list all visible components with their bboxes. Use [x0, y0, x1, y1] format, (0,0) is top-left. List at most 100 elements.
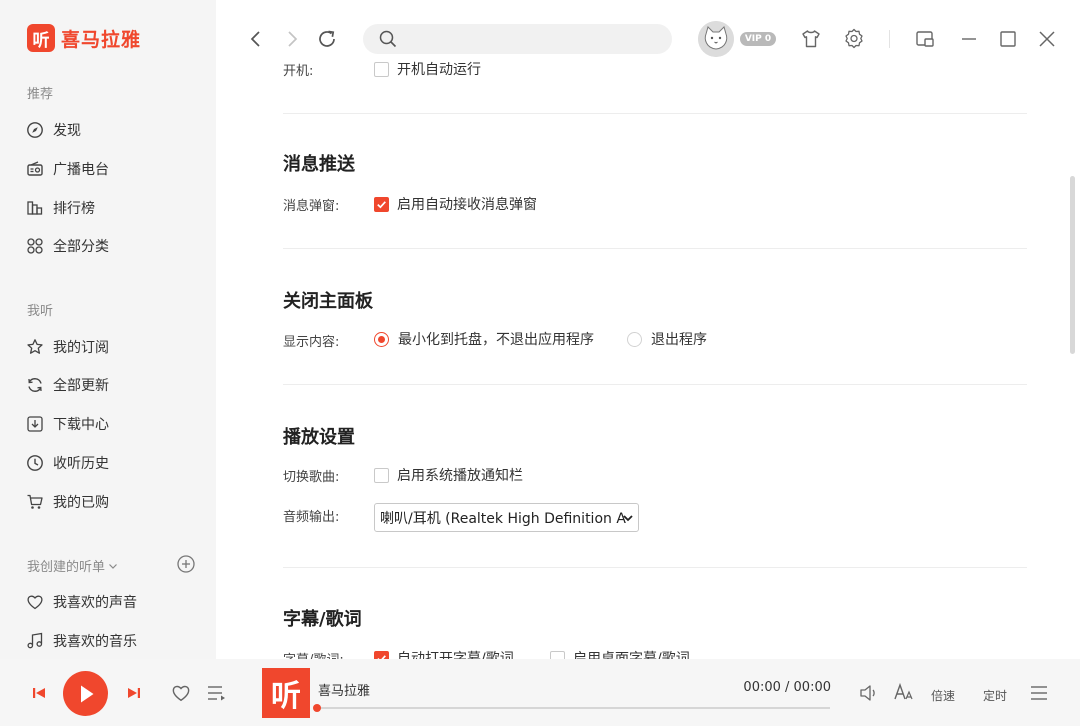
startup-option[interactable]: 开机自动运行 [374, 60, 481, 79]
lyrics-option-auto[interactable]: 自动打开字幕/歌词 [374, 648, 514, 659]
player-bar: 倍速 定时 [0, 659, 1080, 726]
chevron-down-icon [623, 515, 633, 522]
download-icon [26, 415, 44, 433]
logo-text: 喜马拉雅 [61, 28, 142, 51]
refresh-button[interactable] [316, 28, 338, 50]
section-title-label: 我创建的听单 [27, 560, 106, 575]
sidebar: 听 喜马拉雅 推荐 发现 广播电台 排行榜 全部分类 我听 我的订阅 全部更新 … [0, 0, 216, 659]
desktop-lyrics-checkbox[interactable] [550, 650, 565, 659]
push-label: 消息弹窗: [283, 199, 340, 214]
close-icon [1039, 31, 1055, 47]
next-button[interactable] [125, 684, 143, 702]
lyrics-toggle-button[interactable] [893, 682, 915, 702]
audio-output-value: 喇叭/耳机 (Realtek High Definition A [380, 510, 626, 527]
back-button[interactable] [246, 29, 266, 49]
progress-handle[interactable] [313, 704, 321, 712]
sidebar-item-radio[interactable]: 广播电台 [26, 157, 109, 181]
section-title-recommend: 推荐 [27, 87, 54, 102]
forward-button[interactable] [282, 29, 302, 49]
mini-mode-button[interactable] [914, 28, 936, 50]
font-size-icon [894, 682, 913, 700]
minimize-button[interactable] [958, 28, 980, 50]
grid-icon [26, 237, 44, 255]
like-button[interactable] [171, 683, 191, 703]
push-heading: 消息推送 [283, 154, 355, 175]
lyrics-option-desktop[interactable]: 启用桌面字幕/歌词 [550, 648, 690, 659]
exit-radio[interactable] [627, 331, 642, 347]
avatar[interactable] [698, 21, 734, 57]
previous-button[interactable] [30, 684, 48, 702]
playback-heading: 播放设置 [283, 427, 355, 448]
sidebar-item-liked-sounds[interactable]: 我喜欢的声音 [26, 590, 137, 614]
sidebar-item-purchased[interactable]: 我的已购 [26, 490, 109, 514]
close-panel-label: 显示内容: [283, 335, 340, 350]
previous-icon [33, 688, 45, 698]
heart-icon [172, 685, 190, 702]
now-playing-title[interactable]: 喜马拉雅 [318, 680, 370, 699]
timer-button[interactable]: 定时 [983, 687, 1007, 704]
startup-label: 开机: [283, 64, 314, 79]
settings-button[interactable] [843, 27, 865, 49]
push-option-label: 启用自动接收消息弹窗 [397, 197, 537, 213]
sidebar-item-subscriptions[interactable]: 我的订阅 [26, 335, 109, 359]
app-logo[interactable]: 听 喜马拉雅 [27, 24, 141, 52]
menu-list-icon [1031, 686, 1047, 700]
add-playlist-icon[interactable] [176, 554, 196, 574]
startup-checkbox[interactable] [374, 61, 389, 77]
sidebar-item-label: 排行榜 [53, 201, 95, 217]
push-checkbox[interactable] [374, 196, 389, 212]
sidebar-item-all-categories[interactable]: 全部分类 [26, 234, 109, 258]
play-icon [80, 685, 93, 702]
queue-button[interactable] [1029, 683, 1049, 703]
divider [283, 248, 1027, 249]
push-option[interactable]: 启用自动接收消息弹窗 [374, 194, 537, 214]
playlist-button[interactable] [206, 683, 228, 703]
maximize-icon [1000, 31, 1016, 47]
sidebar-item-discover[interactable]: 发现 [26, 118, 81, 142]
sidebar-item-label: 全部分类 [53, 239, 109, 255]
vip-badge[interactable]: VIP 0 [740, 32, 776, 46]
scrollbar[interactable] [1070, 176, 1075, 354]
search-input[interactable] [407, 29, 657, 49]
sidebar-item-liked-music[interactable]: 我喜欢的音乐 [26, 629, 137, 653]
now-playing-cover[interactable]: 听 [262, 668, 310, 718]
speed-button[interactable]: 倍速 [931, 687, 955, 704]
cat-avatar-icon [698, 21, 734, 57]
close-button[interactable] [1036, 28, 1058, 50]
sidebar-item-ranking[interactable]: 排行榜 [26, 196, 95, 220]
volume-button[interactable] [859, 684, 879, 702]
section-title-my-listening: 我听 [27, 304, 54, 319]
minimize-radio[interactable] [374, 331, 389, 347]
switch-song-option[interactable]: 启用系统播放通知栏 [374, 465, 523, 485]
sidebar-item-label: 发现 [53, 123, 81, 139]
now-playing-time: 00:00 / 00:00 [743, 680, 831, 695]
ranking-icon [26, 199, 44, 217]
topbar-divider [889, 30, 890, 48]
audio-output-select[interactable]: 喇叭/耳机 (Realtek High Definition A [374, 503, 639, 532]
notification-checkbox[interactable] [374, 467, 389, 483]
startup-option-label: 开机自动运行 [397, 62, 481, 78]
maximize-button[interactable] [997, 28, 1019, 50]
close-panel-option-exit[interactable]: 退出程序 [627, 329, 707, 349]
star-icon [26, 338, 44, 356]
compass-icon [26, 121, 44, 139]
sidebar-item-all-updates[interactable]: 全部更新 [26, 373, 109, 397]
sidebar-item-label: 我的订阅 [53, 340, 109, 356]
lyrics-heading: 字幕/歌词 [283, 609, 362, 630]
search-box[interactable] [363, 24, 672, 54]
divider [283, 113, 1027, 114]
radio-label: 最小化到托盘，不退出应用程序 [398, 332, 594, 348]
play-button[interactable] [63, 671, 108, 716]
skin-button[interactable] [800, 28, 822, 50]
progress-bar[interactable] [318, 707, 830, 709]
section-title-my-playlists[interactable]: 我创建的听单 [27, 556, 119, 575]
divider [283, 384, 1027, 385]
speaker-icon [860, 685, 875, 701]
check-icon [377, 200, 386, 208]
close-panel-option-minimize[interactable]: 最小化到托盘，不退出应用程序 [374, 329, 594, 349]
sidebar-item-label: 全部更新 [53, 378, 109, 394]
sidebar-item-history[interactable]: 收听历史 [26, 451, 109, 475]
sidebar-item-downloads[interactable]: 下载中心 [26, 412, 109, 436]
close-panel-heading: 关闭主面板 [283, 291, 373, 312]
auto-lyrics-checkbox[interactable] [374, 650, 389, 659]
